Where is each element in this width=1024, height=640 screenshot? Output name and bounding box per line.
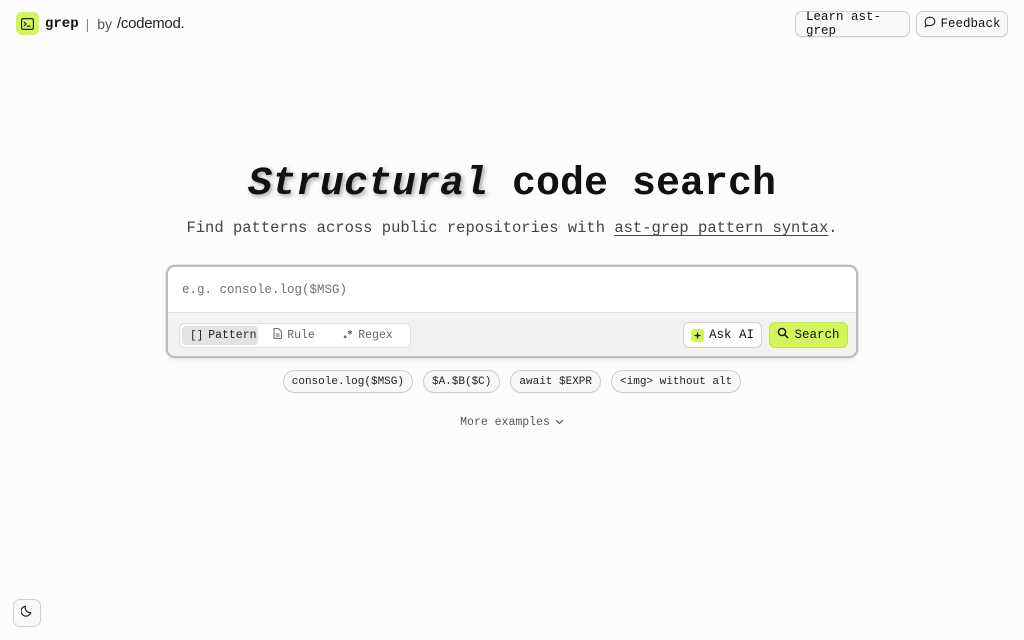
codemod-brand[interactable]: /codemod. [117,15,185,32]
title-rest: code search [488,162,777,207]
ask-ai-label: Ask AI [708,328,754,342]
mode-regex-tab[interactable]: Regex [330,326,406,345]
subtitle-prefix: Find patterns across public repositories… [186,219,615,237]
mode-rule-tab[interactable]: Rule [258,326,330,345]
search-button-label: Search [794,328,840,342]
ask-ai-button[interactable]: Ask AI [683,322,762,348]
logo-by: by [97,15,113,32]
subtitle-suffix: . [828,219,838,237]
mode-selector: [] Pattern Rule Regex [179,323,411,348]
logo-name: grep [45,15,79,32]
search-box: [] Pattern Rule Regex Ask AI [166,265,858,358]
search-button[interactable]: Search [769,322,848,348]
chevron-down-icon [555,416,564,429]
mode-pattern-label: Pattern [208,329,257,342]
pattern-syntax-link[interactable]: ast-grep pattern syntax [614,219,828,237]
feedback-label: Feedback [940,17,1001,31]
example-chip[interactable]: console.log($MSG) [282,370,413,393]
mode-regex-label: Regex [358,329,393,342]
feedback-button[interactable]: Feedback [916,11,1008,37]
example-chips: console.log($MSG) $A.$B($C) await $EXPR … [0,370,1024,393]
page-title: Structural code search [0,161,1024,209]
learn-ast-grep-button[interactable]: Learn ast-grep [795,10,910,38]
file-icon [273,328,283,343]
chat-bubble-icon [924,16,936,32]
moon-icon [19,604,34,622]
example-chip[interactable]: await $EXPR [510,370,602,393]
example-chip[interactable]: $A.$B($C) [422,370,501,393]
sparkle-icon [690,328,704,342]
theme-toggle-button[interactable] [13,599,41,627]
logo[interactable]: grep | by /codemod. [16,12,185,35]
search-input[interactable] [168,267,856,312]
brackets-icon: [] [190,329,204,342]
mode-pattern-tab[interactable]: [] Pattern [182,326,258,345]
title-emphasis: Structural [247,162,488,207]
logo-separator: | [85,15,90,32]
terminal-icon [16,12,39,35]
more-examples-label: More examples [460,416,550,429]
example-chip[interactable]: <img> without alt [611,370,742,393]
mode-rule-label: Rule [287,329,315,342]
search-icon [777,327,790,343]
regex-icon [343,329,353,343]
page-subtitle: Find patterns across public repositories… [0,219,1024,237]
search-toolbar: [] Pattern Rule Regex Ask AI Search [168,312,856,356]
more-examples-toggle[interactable]: More examples [0,416,1024,429]
learn-ast-grep-label: Learn ast-grep [806,10,882,38]
